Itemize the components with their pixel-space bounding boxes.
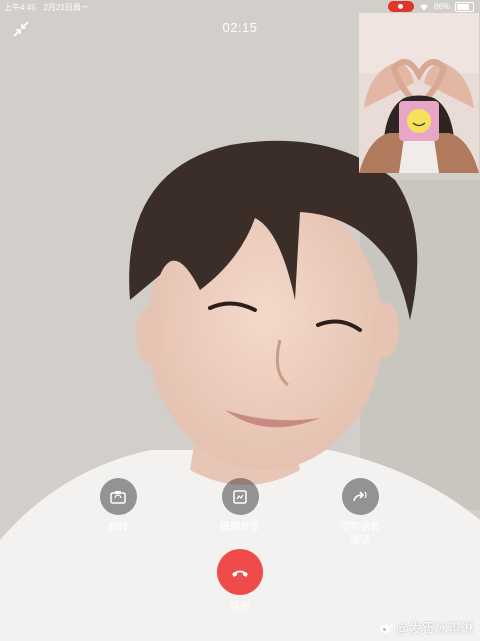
recording-indicator bbox=[387, 1, 414, 12]
battery-percent: 86% bbox=[433, 2, 450, 11]
switch-audio-label-line1: 切到语音 bbox=[340, 522, 380, 533]
self-preview-image bbox=[359, 13, 479, 173]
flip-camera-label: 翻转 bbox=[108, 522, 128, 533]
flip-camera-button[interactable] bbox=[99, 478, 137, 515]
hangup-label: 挂断 bbox=[230, 602, 250, 613]
switch-to-audio-button[interactable] bbox=[341, 478, 379, 515]
watermark-text: @发霉冰淇淋 bbox=[395, 621, 474, 636]
wifi-icon bbox=[419, 3, 429, 11]
hangup-control[interactable]: 挂断 bbox=[195, 549, 285, 614]
blur-background-button[interactable] bbox=[221, 478, 259, 515]
flip-camera-icon bbox=[110, 490, 126, 504]
switch-audio-label-line2: 通话 bbox=[350, 535, 370, 546]
blur-background-icon bbox=[233, 489, 247, 504]
watermark: @发霉冰淇淋 bbox=[379, 618, 474, 637]
status-date: 2月21日周一 bbox=[43, 3, 89, 12]
flip-camera-control[interactable]: 翻转 bbox=[73, 478, 163, 534]
video-call-screen: 上午4:45 2月21日周一 86% 02:15 翻转 模糊背景 切到语音 通话… bbox=[0, 0, 480, 641]
blur-background-label: 模糊背景 bbox=[220, 522, 260, 533]
self-camera-preview[interactable] bbox=[359, 13, 479, 173]
switch-to-audio-control[interactable]: 切到语音 通话 bbox=[315, 478, 405, 547]
blur-background-control[interactable]: 模糊背景 bbox=[195, 478, 285, 534]
battery-icon bbox=[455, 1, 474, 12]
status-time: 上午4:45 bbox=[4, 3, 36, 12]
switch-audio-icon bbox=[353, 490, 367, 501]
hangup-phone-icon bbox=[232, 570, 248, 577]
status-bar: 上午4:45 2月21日周一 86% bbox=[0, 0, 480, 14]
weibo-logo bbox=[379, 622, 393, 633]
hangup-button[interactable] bbox=[217, 549, 263, 595]
